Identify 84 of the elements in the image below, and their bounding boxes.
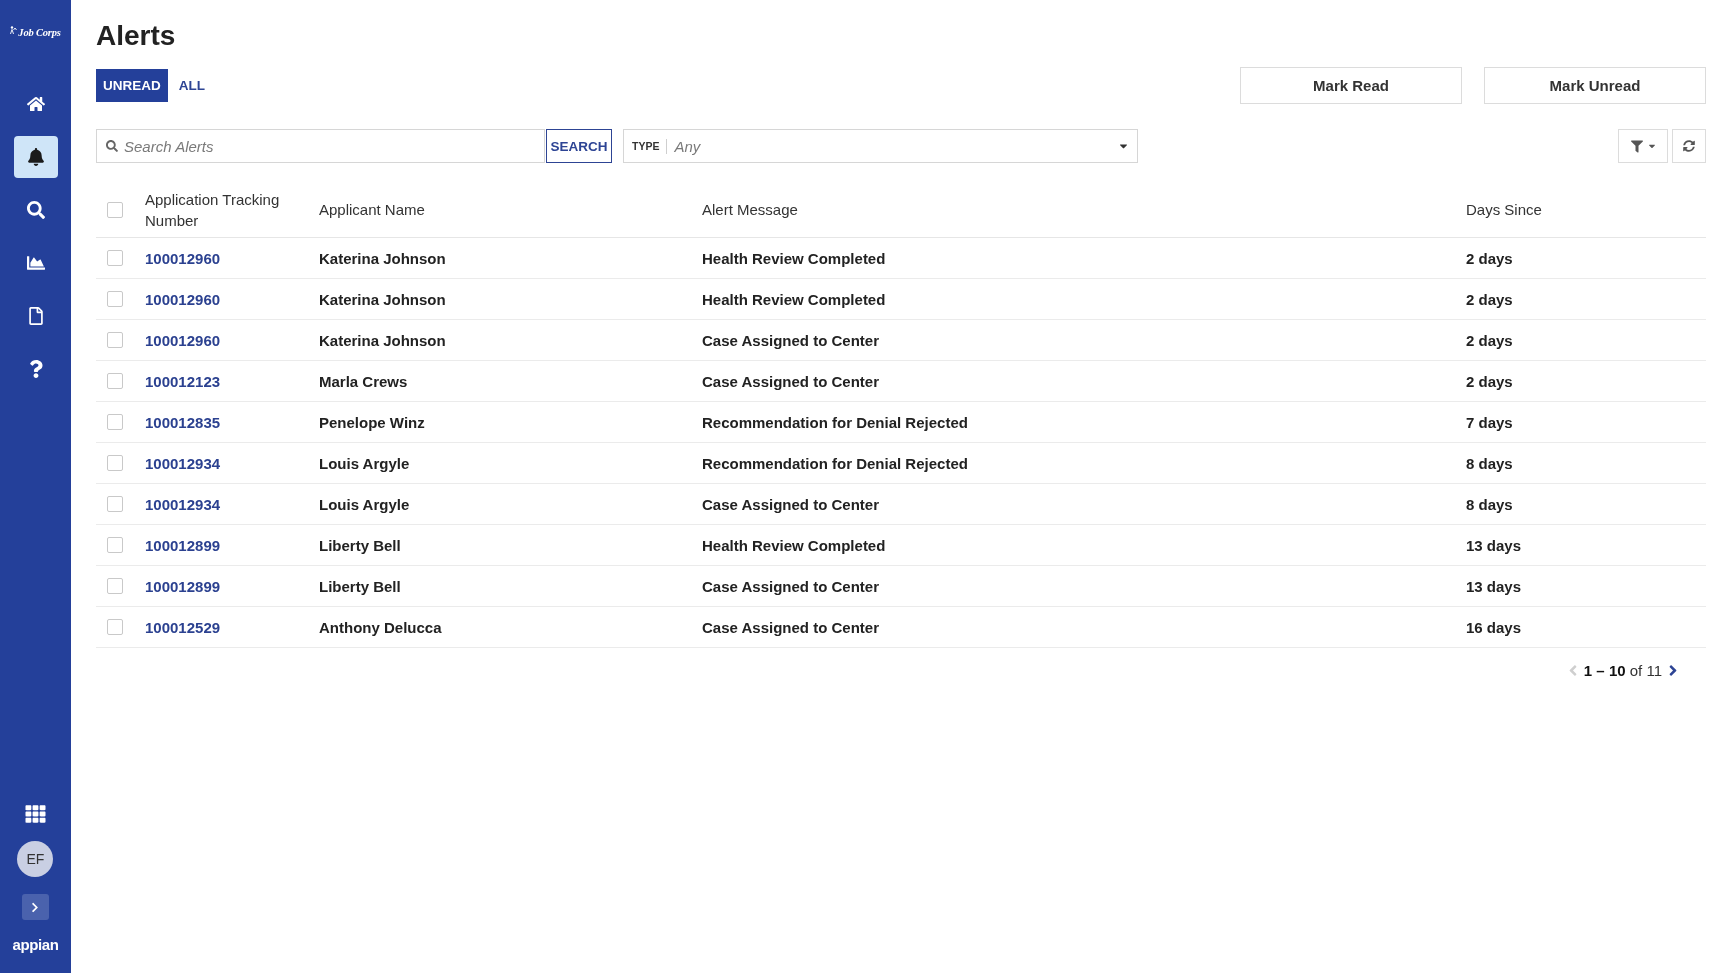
row-checkbox[interactable] <box>107 373 123 389</box>
applicant-name-text: Katerina Johnson <box>319 331 446 349</box>
tracking-number-link[interactable]: 100012899 <box>145 536 221 554</box>
refresh-icon <box>1683 140 1695 152</box>
days-since-text: 13 days <box>1466 536 1522 554</box>
days-since-text: 7 days <box>1466 413 1513 431</box>
filter-tab[interactable]: ALL <box>171 69 212 102</box>
applicant-name-text: Katerina Johnson <box>319 249 446 267</box>
alert-message-text: Case Assigned to Center <box>702 372 879 390</box>
days-since-text: 2 days <box>1466 331 1513 349</box>
search-field[interactable]: Search Alerts <box>96 129 545 163</box>
applicant-name-text: Louis Argyle <box>319 454 410 472</box>
dropdown-placeholder: Any <box>674 137 701 155</box>
user-avatar[interactable]: EF <box>17 841 54 877</box>
days-since-text: 16 days <box>1466 618 1522 636</box>
alert-message-text: Recommendation for Denial Rejected <box>702 454 968 472</box>
tracking-number-link[interactable]: 100012123 <box>145 372 221 390</box>
row-checkbox[interactable] <box>107 496 123 512</box>
row-checkbox[interactable] <box>107 537 123 553</box>
dropdown-label: TYPE <box>632 140 660 152</box>
applicant-name-text: Marla Crews <box>319 372 408 390</box>
search-icon <box>26 201 45 219</box>
tracking-number-link[interactable]: 100012934 <box>145 454 221 472</box>
alert-message-text: Case Assigned to Center <box>702 495 879 513</box>
chevron-right-icon <box>30 901 41 913</box>
expand-sidebar-button[interactable] <box>22 894 49 920</box>
filter-icon <box>1630 139 1643 153</box>
row-checkbox[interactable] <box>107 619 123 635</box>
column-header: Alert Message <box>702 200 798 220</box>
tracking-number-link[interactable]: 100012960 <box>145 331 221 349</box>
applicant-name-text: Liberty Bell <box>319 536 401 554</box>
page-range-text: 1 – 10 of 11 <box>1583 661 1662 679</box>
days-since-text: 2 days <box>1466 290 1513 308</box>
days-since-text: 8 days <box>1466 495 1513 513</box>
tracking-number-link[interactable]: 100012529 <box>145 618 221 636</box>
page-title: Alerts <box>96 19 176 53</box>
tracking-number-link[interactable]: 100012835 <box>145 413 221 431</box>
filter-menu-button[interactable] <box>1618 129 1668 163</box>
search-icon <box>106 140 118 152</box>
alert-message-text: Case Assigned to Center <box>702 577 879 595</box>
row-checkbox[interactable] <box>107 414 123 430</box>
applicant-name-text: Penelope Winz <box>319 413 425 431</box>
logo-mark-icon <box>10 25 18 34</box>
row-checkbox[interactable] <box>107 455 123 471</box>
refresh-button[interactable] <box>1672 129 1706 163</box>
tracking-number-link[interactable]: 100012899 <box>145 577 221 595</box>
alert-message-text: Health Review Completed <box>702 536 886 554</box>
alert-message-text: Health Review Completed <box>702 249 886 267</box>
logo-text: Job Corps <box>18 26 61 38</box>
alert-message-text: Case Assigned to Center <box>702 618 879 636</box>
column-header: Applicant Name <box>319 200 425 220</box>
days-since-text: 2 days <box>1466 249 1513 267</box>
filter-tab[interactable]: UNREAD <box>96 69 168 102</box>
applicant-name-text: Liberty Bell <box>319 577 401 595</box>
row-checkbox[interactable] <box>107 250 123 266</box>
days-since-text: 2 days <box>1466 372 1513 390</box>
tracking-number-link[interactable]: 100012960 <box>145 290 221 308</box>
bell-icon <box>26 148 45 166</box>
row-checkbox[interactable] <box>107 578 123 594</box>
tracking-number-link[interactable]: 100012960 <box>145 249 221 267</box>
type-dropdown[interactable]: TYPE Any <box>623 129 1138 163</box>
document-icon <box>26 307 45 325</box>
row-checkbox[interactable] <box>107 291 123 307</box>
app-grid-icon[interactable] <box>25 804 46 824</box>
sidebar-nav-button[interactable] <box>13 136 58 178</box>
search-button[interactable]: SEARCH <box>546 129 612 163</box>
action-button[interactable]: Mark Unread <box>1484 67 1706 104</box>
tracking-number-link[interactable]: 100012934 <box>145 495 221 513</box>
brand-logo-text: appian <box>12 935 59 955</box>
applicant-name-text: Louis Argyle <box>319 495 410 513</box>
select-all-checkbox[interactable] <box>107 201 123 218</box>
column-header: Application Tracking Number <box>145 189 281 231</box>
area-chart-icon <box>26 254 45 272</box>
alert-message-text: Case Assigned to Center <box>702 331 879 349</box>
column-header: Days Since <box>1466 200 1542 220</box>
days-since-text: 8 days <box>1466 454 1513 472</box>
days-since-text: 13 days <box>1466 577 1522 595</box>
row-checkbox[interactable] <box>107 332 123 348</box>
alert-message-text: Recommendation for Denial Rejected <box>702 413 968 431</box>
alert-message-text: Health Review Completed <box>702 290 886 308</box>
applicant-name-text: Anthony Delucca <box>319 618 442 636</box>
applicant-name-text: Katerina Johnson <box>319 290 446 308</box>
action-button[interactable]: Mark Read <box>1240 67 1462 104</box>
home-icon <box>26 95 45 113</box>
